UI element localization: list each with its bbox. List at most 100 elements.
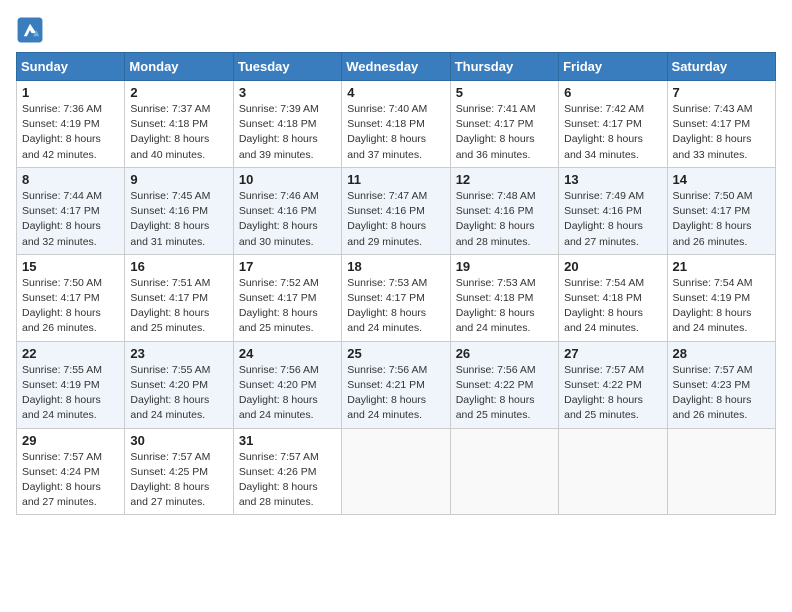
- day-info: Sunrise: 7:56 AMSunset: 4:21 PMDaylight:…: [347, 363, 444, 424]
- day-info: Sunrise: 7:49 AMSunset: 4:16 PMDaylight:…: [564, 189, 661, 250]
- calendar-cell: 26Sunrise: 7:56 AMSunset: 4:22 PMDayligh…: [450, 341, 558, 428]
- calendar-cell: 27 Sunrise: 7:57 AMSunset: 4:22 PMDayligh…: [559, 341, 667, 428]
- day-info: Sunrise: 7:57 AMSunset: 4:23 PMDaylight:…: [673, 363, 770, 424]
- calendar-cell: 4 Sunrise: 7:40 AMSunset: 4:18 PMDaylight…: [342, 81, 450, 168]
- day-number: 20: [564, 259, 661, 274]
- calendar-cell: 8 Sunrise: 7:44 AMSunset: 4:17 PMDaylight…: [17, 167, 125, 254]
- day-info: Sunrise: 7:44 AMSunset: 4:17 PMDaylight:…: [22, 189, 119, 250]
- calendar-cell: 24 Sunrise: 7:56 AMSunset: 4:20 PMDayligh…: [233, 341, 341, 428]
- day-info: Sunrise: 7:53 AMSunset: 4:17 PMDaylight:…: [347, 276, 444, 337]
- day-info: Sunrise: 7:43 AMSunset: 4:17 PMDaylight:…: [673, 102, 770, 163]
- day-info: Sunrise: 7:54 AMSunset: 4:18 PMDaylight:…: [564, 276, 661, 337]
- day-number: 16: [130, 259, 227, 274]
- day-number: 24: [239, 346, 336, 361]
- week-row-3: 15 Sunrise: 7:50 AMSunset: 4:17 PMDayligh…: [17, 254, 776, 341]
- day-info: Sunrise: 7:57 AMSunset: 4:24 PMDaylight:…: [22, 450, 119, 511]
- day-number: 25: [347, 346, 444, 361]
- day-info: Sunrise: 7:55 AMSunset: 4:19 PMDaylight:…: [22, 363, 119, 424]
- calendar-cell: 30Sunrise: 7:57 AMSunset: 4:25 PMDayligh…: [125, 428, 233, 515]
- day-number: 23: [130, 346, 227, 361]
- day-info: Sunrise: 7:41 AMSunset: 4:17 PMDaylight:…: [456, 102, 553, 163]
- logo: [16, 16, 46, 44]
- week-row-4: 22 Sunrise: 7:55 AMSunset: 4:19 PMDayligh…: [17, 341, 776, 428]
- day-number: 17: [239, 259, 336, 274]
- calendar-cell: [450, 428, 558, 515]
- calendar-cell: 3 Sunrise: 7:39 AMSunset: 4:18 PMDaylight…: [233, 81, 341, 168]
- day-info: Sunrise: 7:45 AMSunset: 4:16 PMDaylight:…: [130, 189, 227, 250]
- col-header-thursday: Thursday: [450, 53, 558, 81]
- day-number: 30: [130, 433, 227, 448]
- calendar-cell: 14Sunrise: 7:50 AMSunset: 4:17 PMDayligh…: [667, 167, 775, 254]
- calendar-cell: 31Sunrise: 7:57 AMSunset: 4:26 PMDayligh…: [233, 428, 341, 515]
- day-number: 29: [22, 433, 119, 448]
- calendar-table: SundayMondayTuesdayWednesdayThursdayFrid…: [16, 52, 776, 515]
- calendar-cell: 25 Sunrise: 7:56 AMSunset: 4:21 PMDayligh…: [342, 341, 450, 428]
- calendar-cell: 21 Sunrise: 7:54 AMSunset: 4:19 PMDayligh…: [667, 254, 775, 341]
- day-info: Sunrise: 7:42 AMSunset: 4:17 PMDaylight:…: [564, 102, 661, 163]
- logo-icon: [16, 16, 44, 44]
- day-number: 19: [456, 259, 553, 274]
- day-number: 13: [564, 172, 661, 187]
- week-row-2: 8 Sunrise: 7:44 AMSunset: 4:17 PMDaylight…: [17, 167, 776, 254]
- page-header: [16, 16, 776, 44]
- calendar-cell: 10Sunrise: 7:46 AMSunset: 4:16 PMDayligh…: [233, 167, 341, 254]
- col-header-wednesday: Wednesday: [342, 53, 450, 81]
- day-info: Sunrise: 7:48 AMSunset: 4:16 PMDaylight:…: [456, 189, 553, 250]
- calendar-cell: 12 Sunrise: 7:48 AMSunset: 4:16 PMDayligh…: [450, 167, 558, 254]
- day-number: 4: [347, 85, 444, 100]
- col-header-monday: Monday: [125, 53, 233, 81]
- calendar-cell: [559, 428, 667, 515]
- day-info: Sunrise: 7:57 AMSunset: 4:22 PMDaylight:…: [564, 363, 661, 424]
- calendar-cell: 6 Sunrise: 7:42 AMSunset: 4:17 PMDaylight…: [559, 81, 667, 168]
- week-row-5: 29 Sunrise: 7:57 AMSunset: 4:24 PMDayligh…: [17, 428, 776, 515]
- day-info: Sunrise: 7:40 AMSunset: 4:18 PMDaylight:…: [347, 102, 444, 163]
- day-info: Sunrise: 7:37 AMSunset: 4:18 PMDaylight:…: [130, 102, 227, 163]
- day-number: 31: [239, 433, 336, 448]
- col-header-friday: Friday: [559, 53, 667, 81]
- day-number: 12: [456, 172, 553, 187]
- calendar-cell: [667, 428, 775, 515]
- calendar-cell: 9 Sunrise: 7:45 AMSunset: 4:16 PMDaylight…: [125, 167, 233, 254]
- day-number: 1: [22, 85, 119, 100]
- calendar-cell: 11 Sunrise: 7:47 AMSunset: 4:16 PMDayligh…: [342, 167, 450, 254]
- day-info: Sunrise: 7:51 AMSunset: 4:17 PMDaylight:…: [130, 276, 227, 337]
- day-number: 15: [22, 259, 119, 274]
- day-info: Sunrise: 7:47 AMSunset: 4:16 PMDaylight:…: [347, 189, 444, 250]
- day-number: 21: [673, 259, 770, 274]
- day-info: Sunrise: 7:54 AMSunset: 4:19 PMDaylight:…: [673, 276, 770, 337]
- day-number: 22: [22, 346, 119, 361]
- day-number: 26: [456, 346, 553, 361]
- day-info: Sunrise: 7:39 AMSunset: 4:18 PMDaylight:…: [239, 102, 336, 163]
- calendar-cell: [342, 428, 450, 515]
- calendar-cell: 13 Sunrise: 7:49 AMSunset: 4:16 PMDayligh…: [559, 167, 667, 254]
- calendar-cell: 20 Sunrise: 7:54 AMSunset: 4:18 PMDayligh…: [559, 254, 667, 341]
- day-info: Sunrise: 7:46 AMSunset: 4:16 PMDaylight:…: [239, 189, 336, 250]
- calendar-cell: 16 Sunrise: 7:51 AMSunset: 4:17 PMDayligh…: [125, 254, 233, 341]
- calendar-cell: 29 Sunrise: 7:57 AMSunset: 4:24 PMDayligh…: [17, 428, 125, 515]
- day-info: Sunrise: 7:56 AMSunset: 4:20 PMDaylight:…: [239, 363, 336, 424]
- calendar-cell: 5Sunrise: 7:41 AMSunset: 4:17 PMDaylight…: [450, 81, 558, 168]
- day-info: Sunrise: 7:52 AMSunset: 4:17 PMDaylight:…: [239, 276, 336, 337]
- day-number: 7: [673, 85, 770, 100]
- day-info: Sunrise: 7:36 AMSunset: 4:19 PMDaylight:…: [22, 102, 119, 163]
- header-row: SundayMondayTuesdayWednesdayThursdayFrid…: [17, 53, 776, 81]
- day-number: 3: [239, 85, 336, 100]
- week-row-1: 1 Sunrise: 7:36 AMSunset: 4:19 PMDaylight…: [17, 81, 776, 168]
- day-number: 9: [130, 172, 227, 187]
- calendar-cell: 2 Sunrise: 7:37 AMSunset: 4:18 PMDaylight…: [125, 81, 233, 168]
- day-number: 6: [564, 85, 661, 100]
- day-number: 2: [130, 85, 227, 100]
- calendar-cell: 1 Sunrise: 7:36 AMSunset: 4:19 PMDaylight…: [17, 81, 125, 168]
- day-info: Sunrise: 7:50 AMSunset: 4:17 PMDaylight:…: [22, 276, 119, 337]
- calendar-cell: 19Sunrise: 7:53 AMSunset: 4:18 PMDayligh…: [450, 254, 558, 341]
- day-info: Sunrise: 7:55 AMSunset: 4:20 PMDaylight:…: [130, 363, 227, 424]
- col-header-tuesday: Tuesday: [233, 53, 341, 81]
- calendar-cell: 23 Sunrise: 7:55 AMSunset: 4:20 PMDayligh…: [125, 341, 233, 428]
- day-number: 27: [564, 346, 661, 361]
- col-header-saturday: Saturday: [667, 53, 775, 81]
- calendar-cell: 22 Sunrise: 7:55 AMSunset: 4:19 PMDayligh…: [17, 341, 125, 428]
- day-number: 8: [22, 172, 119, 187]
- calendar-cell: 17 Sunrise: 7:52 AMSunset: 4:17 PMDayligh…: [233, 254, 341, 341]
- day-info: Sunrise: 7:50 AMSunset: 4:17 PMDaylight:…: [673, 189, 770, 250]
- day-number: 11: [347, 172, 444, 187]
